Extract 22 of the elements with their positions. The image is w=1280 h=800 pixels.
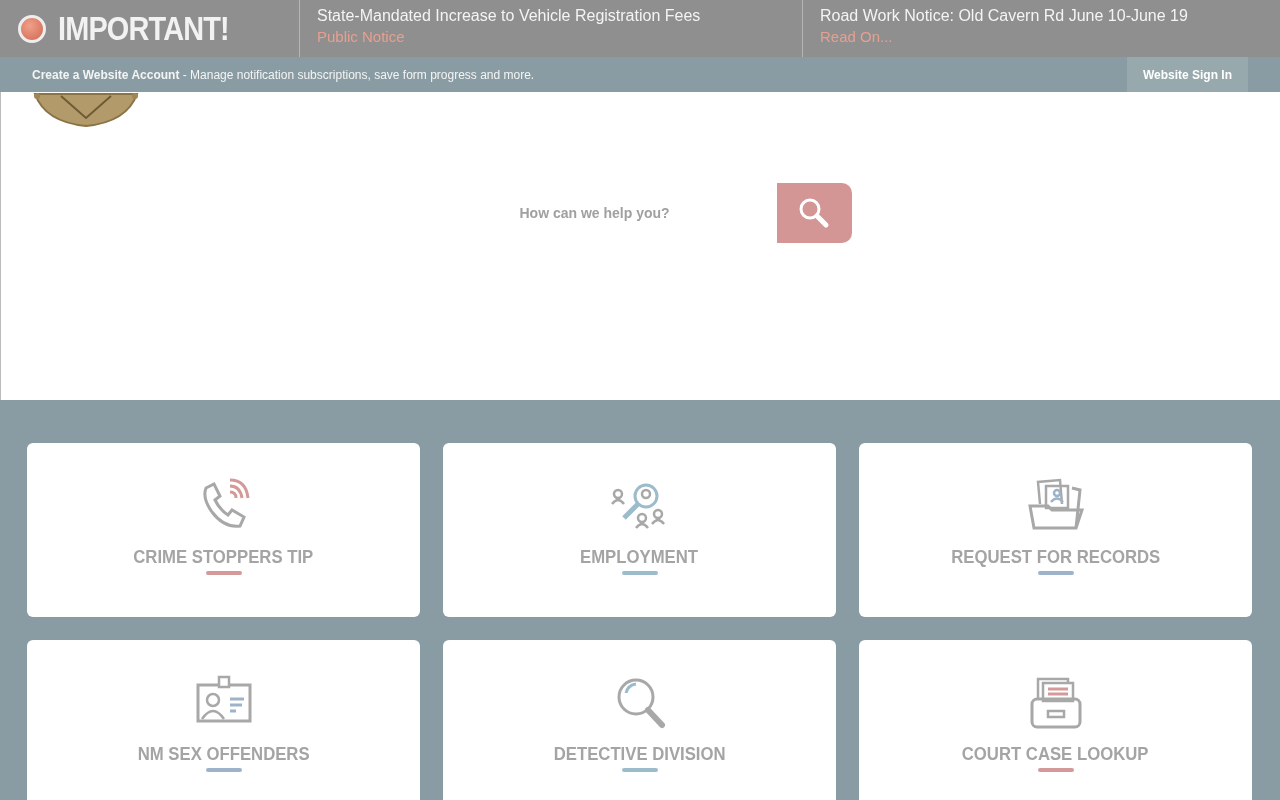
notice-link[interactable]: Public Notice [317, 28, 405, 45]
service-tile[interactable]: CRIME STOPPERS TIP [27, 443, 420, 617]
tile-label: REQUEST FOR RECORDS [951, 546, 1160, 568]
notice-title[interactable]: Road Work Notice: Old Cavern Rd June 10-June 19 [820, 7, 1280, 25]
tile-label: EMPLOYMENT [580, 546, 699, 568]
alert-dot-icon [18, 14, 46, 43]
sign-in-button[interactable]: Website Sign In [1126, 57, 1248, 92]
search-button[interactable] [776, 183, 852, 243]
tile-label: NM SEX OFFENDERS [137, 743, 310, 765]
service-tile[interactable]: EMPLOYMENT [443, 443, 836, 617]
tile-label: DETECTIVE DIVISION [553, 743, 726, 765]
tile-label: CRIME STOPPERS TIP [133, 546, 314, 568]
search-icon [797, 196, 831, 230]
service-tile[interactable]: DETECTIVE DIVISION [443, 640, 836, 800]
notice-title[interactable]: State-Mandated Increase to Vehicle Registration Fees [317, 7, 802, 25]
notice-link[interactable]: Read On... [820, 28, 893, 45]
tile-label: COURT CASE LOOKUP [962, 743, 1149, 765]
account-message: Create a Website Account - Manage notification subscriptions, save form progress and more. [32, 67, 535, 82]
service-tile[interactable]: NM SEX OFFENDERS [27, 640, 420, 800]
alert-label: IMPORTANT! [58, 9, 229, 48]
service-tile[interactable]: COURT CASE LOOKUP [859, 640, 1252, 800]
service-tile[interactable]: REQUEST FOR RECORDS [859, 443, 1252, 617]
